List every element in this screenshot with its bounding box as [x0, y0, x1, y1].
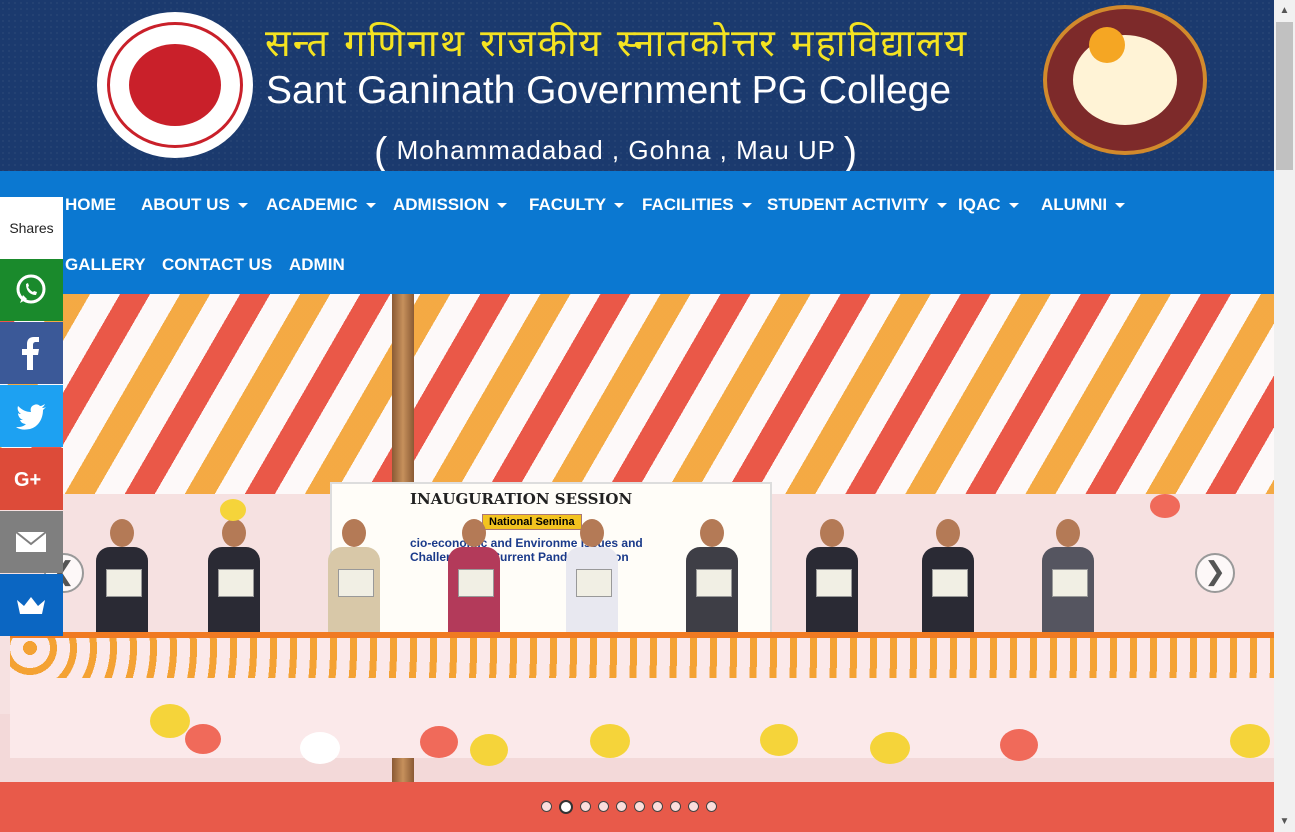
nav-faculty[interactable]: FACULTY: [529, 195, 625, 215]
whatsapp-share-button[interactable]: [0, 259, 63, 321]
nav-about-us[interactable]: ABOUT US: [141, 195, 248, 215]
slider-dot[interactable]: [616, 801, 627, 813]
nav-academic[interactable]: ACADEMIC: [266, 195, 376, 215]
email-share-button[interactable]: [0, 511, 63, 573]
location-paren-close: ): [843, 130, 859, 174]
envelope-icon: [15, 531, 47, 552]
nav-admin[interactable]: ADMIN: [289, 255, 345, 275]
location-paren-open: (: [374, 130, 389, 174]
nav-admission[interactable]: ADMISSION: [393, 195, 508, 215]
slider-dot[interactable]: [688, 801, 699, 813]
caret-down-icon: [1115, 203, 1126, 209]
slider-dot[interactable]: [598, 801, 609, 813]
up-government-emblem-logo: [97, 12, 253, 158]
twitter-icon: [16, 404, 46, 430]
slide-photo-people: [90, 519, 1170, 634]
slide-banner-title: INAUGURATION SESSION: [410, 490, 633, 508]
slider-dot[interactable]: [706, 801, 717, 813]
slider-dot[interactable]: [580, 801, 591, 813]
caret-down-icon: [497, 203, 508, 209]
college-location: ( Mohammadabad , Gohna , Mau UP ): [374, 124, 858, 174]
google-plus-share-button[interactable]: G+: [0, 448, 63, 510]
facebook-icon: [22, 337, 39, 370]
facebook-share-button[interactable]: [0, 322, 63, 384]
slider-next-arrow[interactable]: ❯: [1195, 553, 1235, 593]
nav-contact-us[interactable]: CONTACT US: [162, 255, 272, 275]
sumome-share-button[interactable]: [0, 574, 63, 636]
slider-dot[interactable]: [634, 801, 645, 813]
caret-down-icon: [614, 203, 625, 209]
nav-facilities[interactable]: FACILITIES: [642, 195, 752, 215]
whatsapp-icon: [16, 274, 46, 304]
slider-dot[interactable]: [541, 801, 552, 813]
header-banner: सन्त गणिनाथ राजकीय स्नातकोत्तर महाविद्या…: [0, 0, 1274, 174]
image-slider: INAUGURATION SESSION National Semina cio…: [0, 294, 1274, 832]
caret-down-icon: [237, 203, 248, 209]
nav-iqac[interactable]: IQAC: [958, 195, 1019, 215]
twitter-share-button[interactable]: [0, 385, 63, 447]
scroll-down-arrow-icon[interactable]: ▼: [1274, 813, 1295, 830]
caret-down-icon: [936, 203, 947, 209]
crown-icon: [17, 597, 45, 614]
scrollbar-thumb[interactable]: [1276, 22, 1293, 170]
caret-down-icon: [1008, 203, 1019, 209]
scroll-up-arrow-icon[interactable]: ▲: [1274, 2, 1295, 19]
slider-dot[interactable]: [670, 801, 681, 813]
svg-text:G+: G+: [14, 469, 41, 491]
university-emblem-logo: [1043, 5, 1207, 155]
main-nav: HOME ABOUT US ACADEMIC ADMISSION FACULTY…: [0, 171, 1274, 294]
college-title-hindi: सन्त गणिनाथ राजकीय स्नातकोत्तर महाविद्या…: [265, 21, 969, 65]
social-share-sidebar: Shares G+: [0, 197, 63, 637]
slider-dot[interactable]: [559, 799, 573, 814]
slide-photo-tent: [0, 294, 1274, 494]
google-plus-icon: G+: [14, 469, 41, 491]
nav-alumni[interactable]: ALUMNI: [1041, 195, 1126, 215]
caret-down-icon: [741, 203, 752, 209]
page-scrollbar[interactable]: ▲ ▼: [1274, 0, 1295, 832]
college-title-english: Sant Ganinath Government PG College: [266, 69, 952, 112]
slider-dot[interactable]: [652, 801, 663, 813]
slider-pagination: [541, 798, 724, 814]
nav-student-activity[interactable]: STUDENT ACTIVITY: [767, 195, 947, 215]
nav-gallery[interactable]: GALLERY: [65, 255, 146, 275]
nav-home[interactable]: HOME: [65, 195, 116, 215]
share-count-label: Shares: [0, 197, 63, 259]
college-location-text: Mohammadabad , Gohna , Mau UP: [396, 135, 836, 165]
caret-down-icon: [365, 203, 376, 209]
